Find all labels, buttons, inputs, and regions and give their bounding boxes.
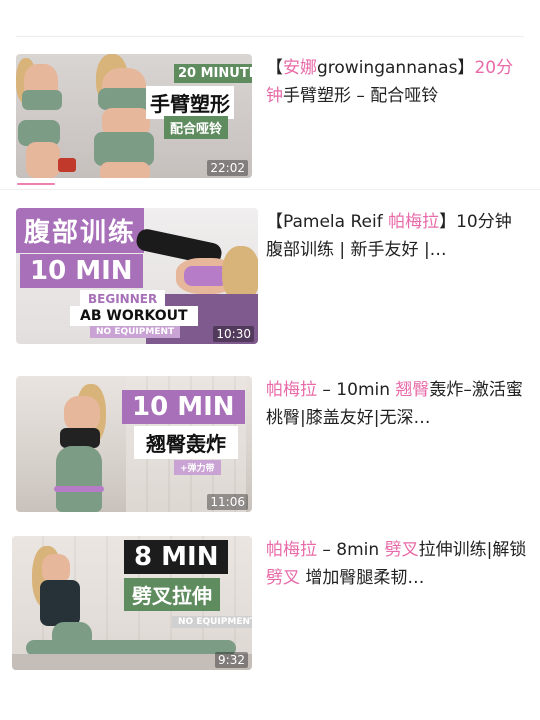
thumb-label-tag: NO EQUIPMENT [172, 616, 252, 628]
video-thumbnail[interactable]: 10 MIN 翘臀轰炸 +弹力带 11:06 [16, 376, 252, 512]
video-duration: 9:32 [215, 652, 248, 668]
thumb-label-top: 20 MINUTE [174, 64, 252, 83]
figure-leggings [56, 446, 102, 512]
video-title[interactable]: 【安娜growingannanas】20分钟手臂塑形 – 配合哑铃 [266, 54, 528, 110]
thumb-label-main: 10 MIN [20, 254, 143, 288]
title-part: 拉伸训练|解锁 [418, 540, 527, 560]
thumb-label-main: 10 MIN [122, 390, 245, 424]
video-thumbnail[interactable]: 20 MINUTE 手臂塑形 配合哑铃 22:02 [16, 54, 252, 178]
thumb-label-sub: 翘臀轰炸 [134, 426, 238, 459]
title-highlight: 翘臀 [395, 380, 430, 400]
video-item-1[interactable]: 20 MINUTE 手臂塑形 配合哑铃 22:02 【安娜growinganna… [0, 50, 540, 200]
thumb-label-tag: NO EQUIPMENT [90, 326, 181, 338]
title-part: – 8min [317, 540, 385, 560]
title-highlight: 劈叉 [384, 540, 419, 560]
figure-top [22, 90, 62, 110]
title-highlight: 帕梅拉 [388, 212, 440, 232]
thumb-label-top: 腹部训练 [16, 208, 145, 253]
thumb-label-main: 8 MIN [124, 540, 229, 574]
title-part: – 10min [317, 380, 396, 400]
thumb-label-sub2: AB WORKOUT [70, 306, 198, 326]
title-part: growingannanas】 [317, 58, 475, 78]
thumb-label-sub: 劈叉拉伸 [124, 578, 220, 611]
active-indicator [17, 183, 55, 185]
thumb-label-tag: +弹力带 [174, 460, 221, 475]
video-duration: 10:30 [213, 326, 254, 342]
figure-skin [64, 396, 100, 432]
figure-legs [100, 162, 150, 178]
title-highlight: 劈叉 [266, 568, 300, 588]
video-thumbnail[interactable]: 腹部训练 10 MIN BEGINNER AB WORKOUT NO EQUIP… [16, 208, 258, 344]
top-divider [16, 36, 524, 37]
figure-shorts [94, 132, 154, 166]
resistance-band [54, 486, 104, 492]
title-highlight: 帕梅拉 [266, 380, 317, 400]
title-part: 手臂塑形 – 配合哑铃 [283, 86, 439, 106]
dumbbell-icon [58, 158, 76, 172]
video-item-4[interactable]: 8 MIN 劈叉拉伸 NO EQUIPMENT 9:32 帕梅拉 – 8min … [0, 534, 540, 684]
video-item-2[interactable]: 腹部训练 10 MIN BEGINNER AB WORKOUT NO EQUIP… [0, 206, 540, 356]
video-duration: 11:06 [207, 494, 248, 510]
title-highlight: 帕梅拉 [266, 540, 317, 560]
thumb-label-sub: 配合哑铃 [164, 116, 229, 139]
figure-top [98, 88, 152, 110]
video-thumbnail[interactable]: 8 MIN 劈叉拉伸 NO EQUIPMENT 9:32 [12, 536, 252, 670]
title-part: 增加臀腿柔韧… [300, 568, 425, 588]
title-part: 【Pamela Reif [266, 212, 389, 232]
figure-top [60, 428, 100, 448]
figure-hip [52, 622, 92, 650]
figure-top [40, 580, 80, 626]
video-item-3[interactable]: 10 MIN 翘臀轰炸 +弹力带 11:06 帕梅拉 – 10min 翘臀轰炸–… [0, 374, 540, 524]
video-title[interactable]: 帕梅拉 – 10min 翘臀轰炸–激活蜜桃臀|膝盖友好|无深… [266, 376, 528, 432]
row-divider [0, 189, 540, 190]
video-duration: 22:02 [207, 160, 248, 176]
title-highlight: 安娜 [283, 58, 317, 78]
figure-legs [26, 142, 60, 178]
title-part: 【 [266, 58, 283, 78]
video-title[interactable]: 帕梅拉 – 8min 劈叉拉伸训练|解锁劈叉 增加臀腿柔韧… [266, 536, 528, 592]
thumb-label-main: 手臂塑形 [146, 86, 234, 119]
video-title[interactable]: 【Pamela Reif 帕梅拉】10分钟腹部训练 | 新手友好 |… [266, 208, 528, 264]
